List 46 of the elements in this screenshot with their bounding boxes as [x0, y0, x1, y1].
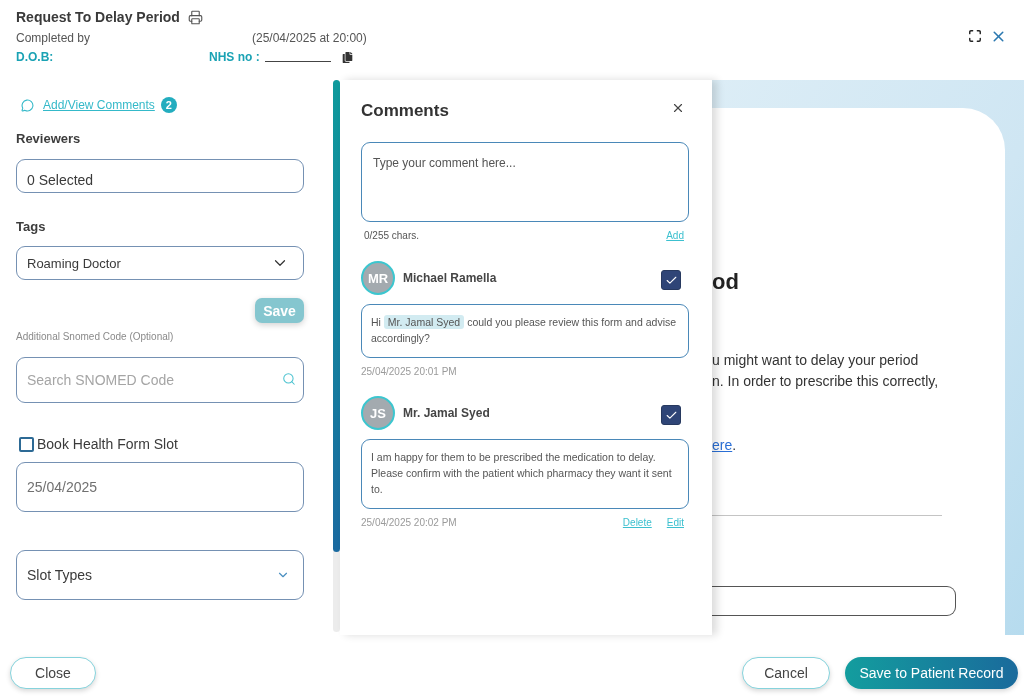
date-field[interactable]: 25/04/2025: [16, 462, 304, 512]
checkbox[interactable]: [661, 270, 681, 290]
comment-text: Hi Mr. Jamal Syed could you please review this form and advise accordingly?: [361, 304, 689, 358]
dob-label: D.O.B:: [16, 50, 55, 64]
print-icon[interactable]: [187, 9, 203, 25]
form-input-field[interactable]: [712, 586, 956, 616]
comment-count-badge: 2: [160, 97, 177, 113]
completed-date: (25/04/2025 at 20:00): [252, 31, 367, 45]
form-text-line: n. In order to prescribe this correctly,: [712, 372, 939, 391]
close-button[interactable]: Close: [10, 657, 96, 689]
comments-title: Comments: [361, 101, 449, 121]
checkbox[interactable]: [661, 405, 681, 425]
form-heading: od: [712, 269, 739, 295]
snomed-search-field[interactable]: Search SNOMED Code: [16, 357, 304, 403]
copy-icon[interactable]: [341, 51, 353, 63]
close-panel-button[interactable]: [671, 101, 685, 115]
checkbox[interactable]: [19, 436, 34, 452]
tags-label: Tags: [16, 219, 47, 235]
close-icon: [671, 101, 685, 115]
form-title: Request To Delay Period: [16, 9, 180, 25]
fullscreen-icon[interactable]: [968, 29, 982, 43]
char-count: 0/255 chars.: [364, 229, 420, 241]
cancel-button[interactable]: Cancel: [742, 657, 830, 689]
form-link[interactable]: ere: [712, 437, 733, 453]
comment-icon: [21, 98, 34, 112]
form-text-line: u might want to delay your period: [712, 351, 920, 370]
reviewers-select[interactable]: 0 Selected: [16, 159, 304, 193]
book-slot-label: Book Health Form Slot: [37, 436, 178, 452]
comment-input[interactable]: Type your comment here...: [361, 142, 689, 222]
comment-timestamp: 25/04/2025 20:01 PM: [361, 365, 457, 377]
form-link-text: ere.: [712, 436, 737, 455]
mention-tag: Mr. Jamal Syed: [383, 315, 465, 329]
comment-timestamp: 25/04/2025 20:02 PM: [361, 516, 457, 528]
tags-select[interactable]: Roaming Doctor: [16, 246, 304, 280]
search-icon: [282, 372, 296, 386]
completed-by-label: Completed by: [16, 31, 92, 45]
save-record-button[interactable]: Save to Patient Record: [845, 657, 1018, 689]
comment-text: I am happy for them to be prescribed the medication to delay. Please confirm with the patient which pharmacy they want it sent to.: [361, 439, 689, 509]
avatar-initials: MR: [361, 261, 395, 295]
slot-types-select[interactable]: Slot Types: [16, 550, 304, 600]
avatar-initials: JS: [361, 396, 395, 430]
reviewers-label: Reviewers: [16, 131, 82, 147]
nhs-number-label: NHS no :: [209, 50, 260, 64]
snomed-label: Additional Snomed Code (Optional): [16, 330, 175, 343]
comment-author: Mr. Jamal Syed: [403, 406, 490, 420]
comment-author: Michael Ramella: [403, 271, 497, 285]
